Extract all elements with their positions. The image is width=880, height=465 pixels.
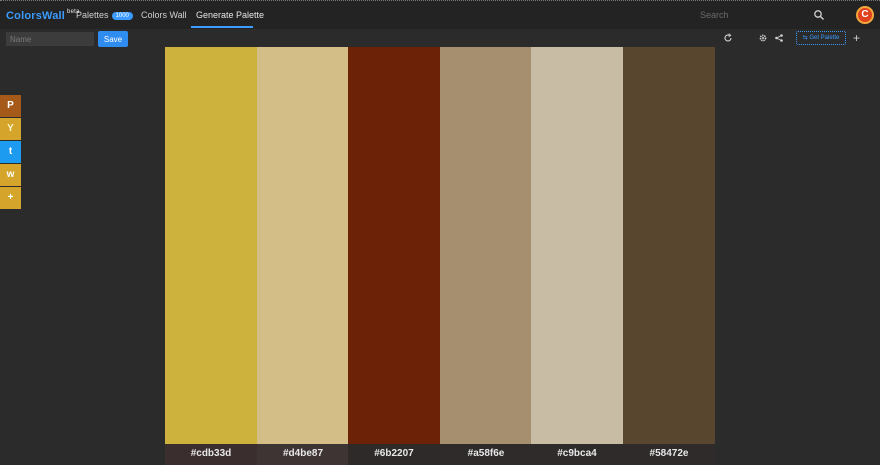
weibo-share-icon[interactable]: w: [0, 164, 21, 186]
palettes-count-badge: 1000: [111, 12, 133, 20]
hex-label[interactable]: #d4be87: [257, 444, 349, 465]
top-navbar: ColorsWall beta Palettes 1000 Colors Wall …: [0, 0, 880, 29]
export-label: Get Palette: [809, 35, 840, 41]
brand-logo[interactable]: ColorsWall beta: [6, 9, 80, 22]
search-input[interactable]: [700, 8, 800, 22]
color-swatch[interactable]: [348, 47, 440, 444]
share-icon[interactable]: [774, 33, 784, 43]
more-share-icon[interactable]: +: [0, 187, 21, 209]
palette-name-input[interactable]: [6, 32, 94, 46]
color-swatch[interactable]: [165, 47, 257, 444]
avatar[interactable]: C: [856, 6, 874, 24]
nav-colors-wall[interactable]: Colors Wall: [141, 10, 187, 20]
hex-label[interactable]: #58472e: [623, 444, 715, 465]
nav-generate-palette[interactable]: Generate Palette: [196, 10, 264, 20]
hackernews-share-icon[interactable]: Y: [0, 118, 21, 140]
twitter-share-icon[interactable]: t: [0, 141, 21, 163]
nav-palettes-label[interactable]: Palettes: [76, 10, 109, 20]
export-button[interactable]: ⇆ Get Palette: [796, 31, 846, 45]
pinterest-share-icon[interactable]: P: [0, 95, 21, 117]
color-swatch[interactable]: [623, 47, 715, 444]
palette-toolbar: Save ⇆ Get Palette +: [0, 29, 880, 49]
hex-label[interactable]: #cdb33d: [165, 444, 257, 465]
brand-name[interactable]: ColorsWall: [6, 10, 65, 22]
search-icon[interactable]: [813, 9, 825, 21]
nav-palettes[interactable]: Palettes 1000: [76, 10, 133, 20]
add-color-button[interactable]: +: [853, 30, 860, 46]
hex-label[interactable]: #a58f6e: [440, 444, 532, 465]
color-swatch[interactable]: [440, 47, 532, 444]
refresh-icon[interactable]: [723, 33, 733, 43]
hex-label[interactable]: #6b2207: [348, 444, 440, 465]
color-palette: #cdb33d #d4be87 #6b2207 #a58f6e #c9bca4 …: [165, 47, 715, 465]
color-swatch[interactable]: [257, 47, 349, 444]
active-tab-indicator: [191, 26, 253, 28]
color-swatch[interactable]: [531, 47, 623, 444]
gear-icon[interactable]: [758, 33, 768, 43]
save-button[interactable]: Save: [98, 31, 128, 47]
hex-label[interactable]: #c9bca4: [531, 444, 623, 465]
